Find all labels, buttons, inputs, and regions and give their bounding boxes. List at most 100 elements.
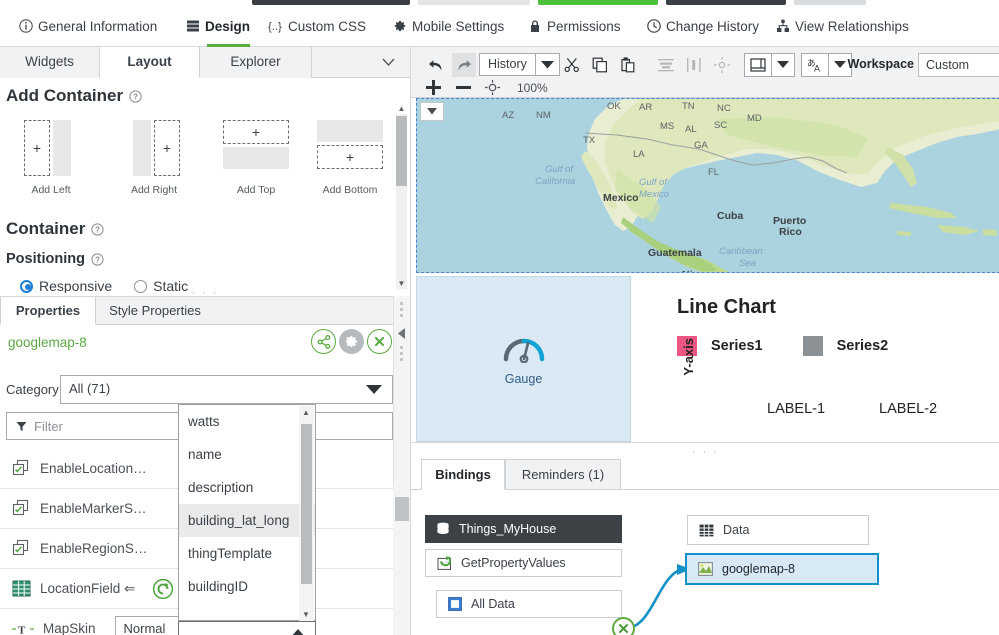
category-select[interactable]: All (71): [60, 375, 393, 404]
database-icon: [436, 522, 450, 536]
caret-down-icon[interactable]: [535, 54, 559, 75]
binding-target-node[interactable]: googlemap-8: [685, 553, 879, 585]
language-dropdown[interactable]: あA: [801, 53, 852, 77]
gauge-widget[interactable]: Gauge: [416, 276, 631, 442]
browser-tab-0[interactable]: [252, 0, 410, 5]
settings-gear-button[interactable]: [339, 329, 364, 354]
nav-item-mobile-settings[interactable]: Mobile Settings: [392, 8, 504, 47]
browser-tab-3[interactable]: [666, 0, 786, 5]
help-circle-icon[interactable]: ?: [129, 90, 142, 103]
googlemap-widget[interactable]: AZNMOKARTNNCMDTXMSALSCGALAFLGulf ofCalif…: [416, 98, 999, 273]
map-label: GA: [694, 140, 708, 151]
caret-down-icon[interactable]: [366, 385, 382, 395]
distribute-vertical-icon[interactable]: [683, 55, 705, 75]
history-label: History: [480, 54, 535, 75]
dropdown-item[interactable]: name: [179, 438, 315, 471]
map-label: NC: [717, 103, 731, 114]
dropdown-item[interactable]: building_lat_long: [179, 504, 315, 537]
map-label: MS: [660, 121, 674, 132]
scrollbar-thumb[interactable]: [301, 424, 312, 584]
refresh-circle-icon[interactable]: [152, 578, 174, 600]
map-label: Gulf of: [639, 177, 667, 188]
bindings-tab-reminders-1[interactable]: Reminders (1): [505, 459, 621, 490]
binding-target-node[interactable]: Data: [687, 515, 869, 545]
dropdown-item[interactable]: description: [179, 471, 315, 504]
bindings-resize-handle[interactable]: · · ·: [411, 446, 999, 458]
nav-item-change-history[interactable]: Change History: [646, 8, 759, 47]
lock-icon: [527, 19, 542, 34]
copy-icon[interactable]: [589, 55, 611, 75]
add-bottom-graphic: +: [315, 116, 385, 180]
layout-pane-scrollbar[interactable]: ▲ ▼: [396, 114, 407, 289]
left-tab-explorer[interactable]: Explorer: [200, 47, 312, 78]
dropdown-item[interactable]: buildingID: [179, 570, 315, 603]
binding-source-node[interactable]: Things_MyHouse: [425, 515, 622, 543]
share-button[interactable]: [311, 329, 336, 354]
properties-tab-style-properties[interactable]: Style Properties: [96, 297, 214, 325]
nav-item-view-relationships[interactable]: View Relationships: [775, 8, 909, 47]
caret-down-icon[interactable]: [771, 54, 794, 76]
add-left-option[interactable]: + Add Left: [10, 116, 92, 196]
properties-tab-properties[interactable]: Properties: [0, 297, 96, 325]
align-horizontal-icon[interactable]: [655, 55, 677, 75]
nav-item-general-information[interactable]: General Information: [18, 8, 157, 47]
nav-item-label: Design: [205, 19, 250, 34]
layout-preset-dropdown[interactable]: [744, 53, 795, 77]
fit-to-frame-icon[interactable]: [711, 55, 733, 75]
left-tab-widgets[interactable]: Widgets: [0, 47, 100, 78]
cut-scissors-icon[interactable]: [561, 55, 583, 75]
remove-binding-button[interactable]: [612, 617, 635, 635]
collapse-panel-caret[interactable]: [374, 47, 402, 78]
binding-source-node[interactable]: GetPropertyValues: [425, 549, 622, 577]
scrollbar-thumb[interactable]: [395, 497, 409, 521]
checkbox-property-icon: [12, 539, 31, 558]
panel-collapse-rail[interactable]: [393, 296, 410, 486]
alldata-icon: [448, 597, 462, 611]
crosshair-icon[interactable]: [485, 80, 500, 95]
zoom-out-button[interactable]: [455, 79, 472, 96]
browser-tab-strip: [0, 0, 999, 8]
checkbox-property-icon: [12, 499, 31, 518]
caret-up-icon[interactable]: ▲: [396, 103, 407, 114]
line-chart-widget[interactable]: Line Chart Series1 Series2 Y-axis LABEL-…: [633, 276, 999, 442]
add-bottom-option[interactable]: + Add Bottom: [302, 116, 398, 196]
binding-source-node[interactable]: All Data: [436, 590, 622, 618]
collapse-left-arrow-icon[interactable]: [397, 328, 406, 339]
nav-item-design[interactable]: Design: [185, 8, 250, 47]
dropdown-item[interactable]: thingTemplate: [179, 537, 315, 570]
redo-arrow-icon[interactable]: [452, 53, 476, 77]
nav-item-label: View Relationships: [795, 19, 909, 34]
nav-item-permissions[interactable]: Permissions: [527, 8, 621, 47]
browser-tab-4[interactable]: [794, 0, 866, 5]
history-dropdown[interactable]: History: [479, 53, 560, 76]
close-x-button[interactable]: [367, 329, 392, 354]
caret-down-icon[interactable]: ▼: [302, 610, 310, 619]
browser-tab-1[interactable]: [418, 0, 530, 5]
chart-title: Line Chart: [677, 296, 776, 319]
caret-up-icon[interactable]: [290, 629, 306, 635]
nav-item-custom-css[interactable]: {..}Custom CSS: [268, 8, 366, 47]
workspace-value[interactable]: Custom: [918, 53, 999, 77]
undo-arrow-icon[interactable]: [425, 55, 447, 75]
browser-tab-2[interactable]: [538, 0, 658, 5]
bindings-tab-bindings[interactable]: Bindings: [421, 459, 505, 490]
map-options-caret[interactable]: [420, 102, 444, 121]
caret-up-icon[interactable]: ▲: [302, 408, 310, 417]
help-circle-icon[interactable]: ?: [91, 253, 104, 266]
property-value-dropdown-list[interactable]: wattsnamedescriptionbuilding_lat_longthi…: [178, 404, 316, 621]
nav-item-label: Custom CSS: [288, 19, 366, 34]
dropdown-item[interactable]: watts: [179, 405, 315, 438]
binding-node-label: GetPropertyValues: [461, 556, 566, 570]
add-right-option[interactable]: + Add Right: [113, 116, 195, 196]
clipboard-paste-icon[interactable]: [617, 55, 639, 75]
binding-node-label: Data: [723, 523, 749, 537]
scrollbar-thumb[interactable]: [396, 116, 407, 186]
zoom-in-button[interactable]: [425, 79, 442, 96]
help-circle-icon[interactable]: ?: [91, 223, 104, 236]
dropdown-scrollbar[interactable]: ▲ ▼: [299, 406, 314, 621]
left-tab-layout[interactable]: Layout: [100, 47, 200, 78]
svg-text:?: ?: [133, 92, 138, 101]
placeholder-block: [53, 120, 71, 176]
location-field-input[interactable]: [178, 621, 316, 635]
add-top-option[interactable]: + Add Top: [208, 116, 304, 196]
